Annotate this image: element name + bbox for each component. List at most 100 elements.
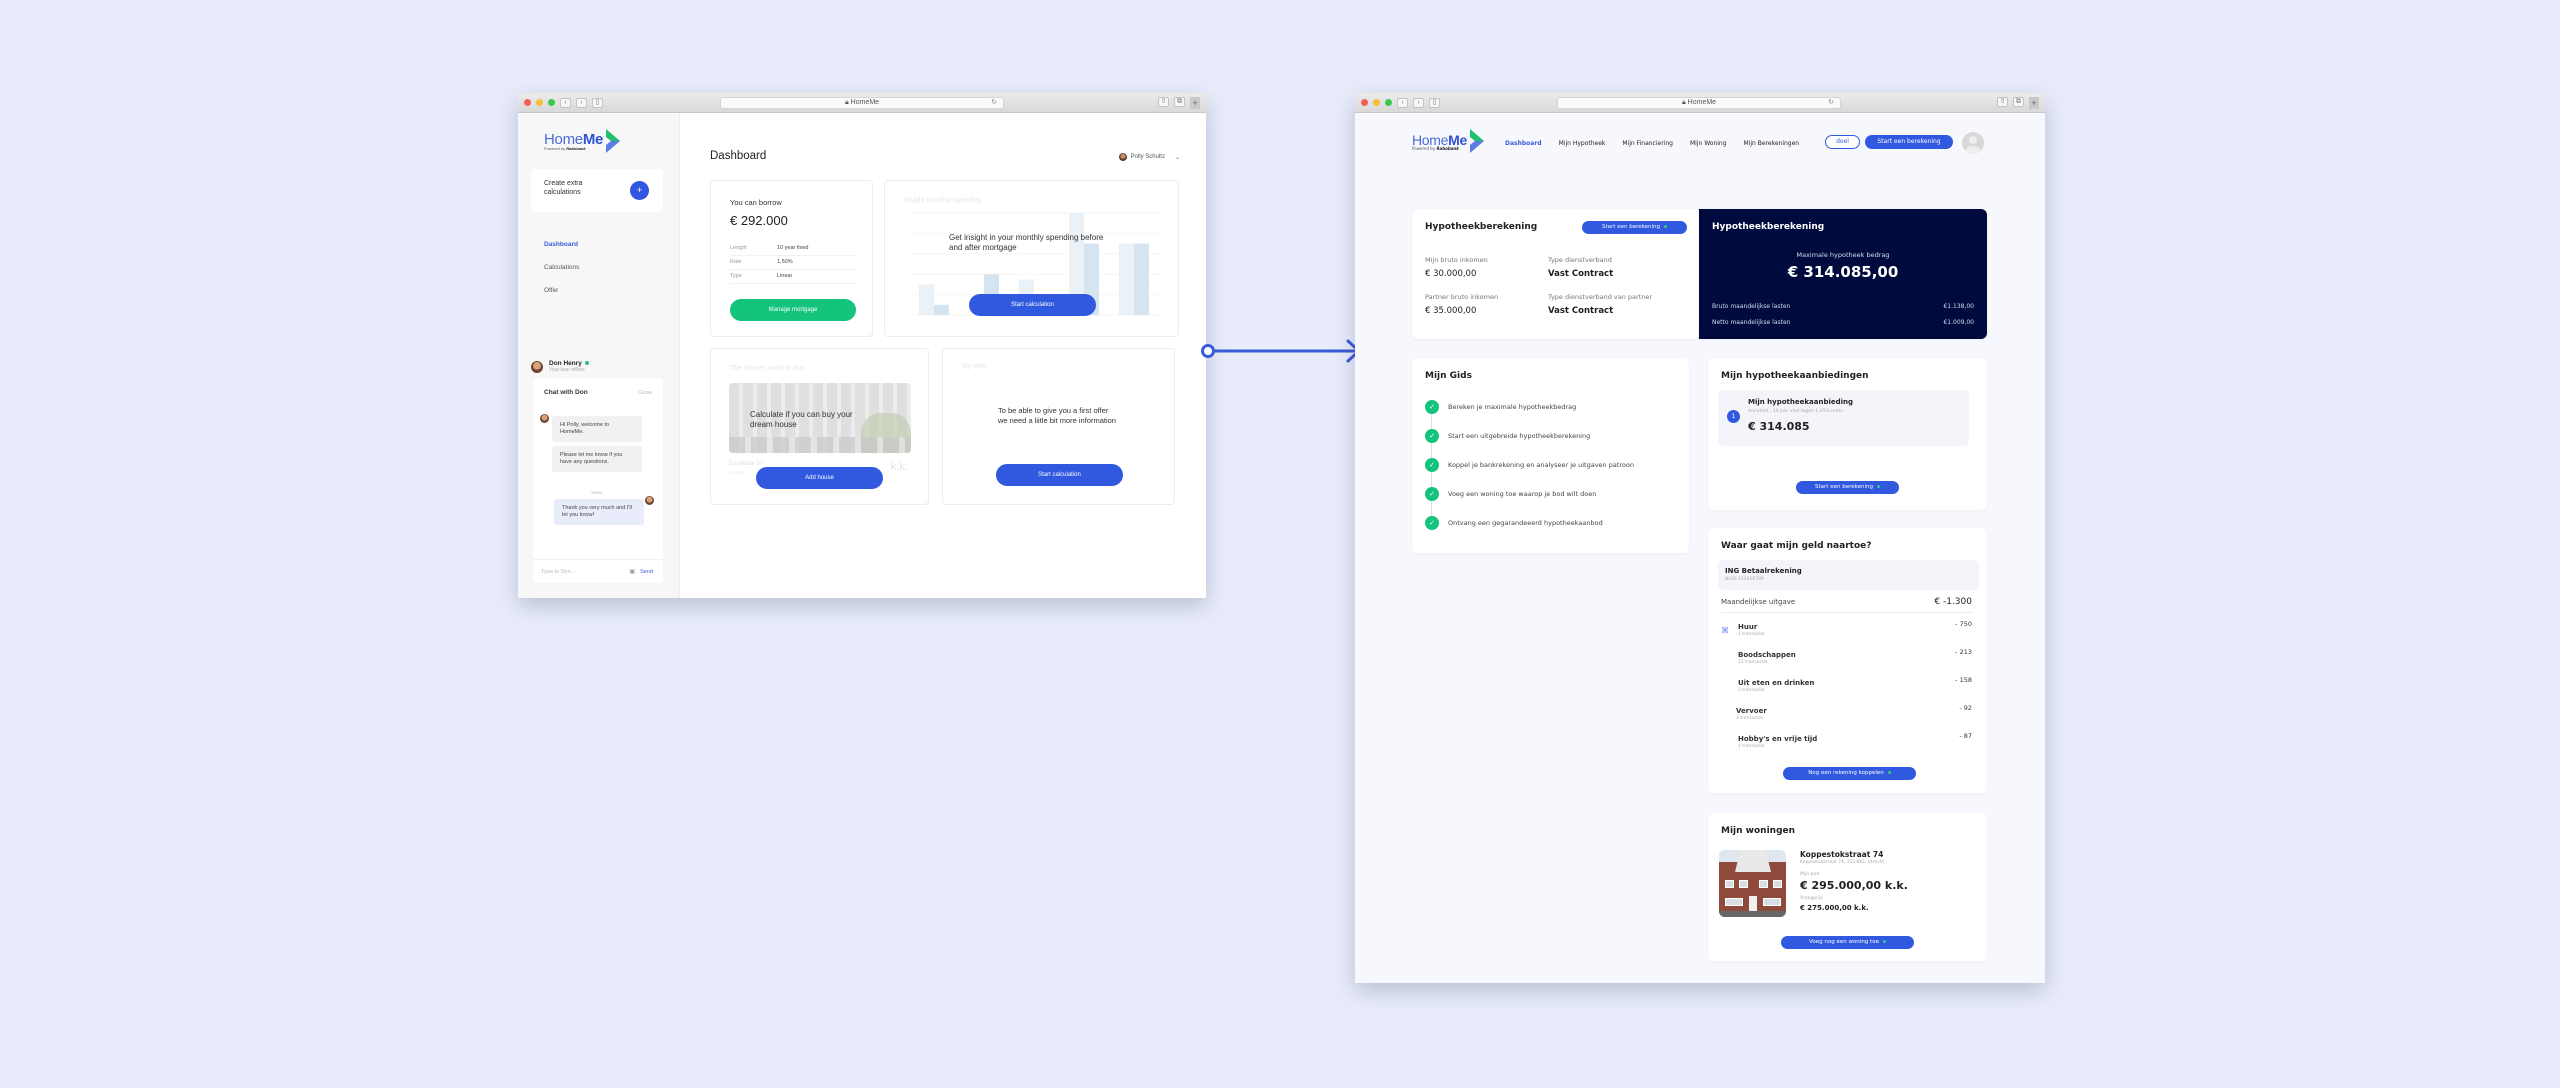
category-amount: - 213 (1955, 648, 1972, 656)
guide-step[interactable]: ✓Bereken je maximale hypotheekbedrag (1425, 400, 1576, 414)
guide-step[interactable]: ✓Voeg een woning toe waarop je bod wilt … (1425, 487, 1596, 501)
back-icon[interactable]: ‹ (1397, 98, 1408, 108)
offer-amount: € 314.085 (1748, 420, 1810, 433)
check-icon: ✓ (1425, 400, 1439, 414)
browser-toolbar: ‹ › ▯ 🔒︎ HomeMe ↻ ⇧ ⧉ + (518, 93, 1206, 113)
start-berekening-button[interactable]: Start een berekening (1865, 135, 1953, 149)
chat-input-placeholder[interactable]: Type to Don... (541, 569, 575, 575)
reload-icon[interactable]: ↻ (991, 98, 997, 108)
add-woning-button[interactable]: Voeg nog een woning toe (1781, 936, 1914, 949)
add-house-button[interactable]: Add house (756, 467, 883, 489)
new-tab-icon[interactable]: + (2029, 97, 2039, 109)
tabs-icon[interactable]: ⧉ (2013, 97, 2024, 107)
divider (1721, 612, 1972, 613)
chat-input[interactable]: Type to Don... ▣ Send (533, 559, 663, 583)
forward-icon[interactable]: › (1413, 98, 1424, 108)
nav-item-mijn-hypotheek[interactable]: Mijn Hypotheek (1559, 140, 1606, 147)
asking-price-label: Vraagprijs (1800, 896, 1823, 901)
mijn-woningen-card: Mijn woningen Koppestokstraat 74 Koppest… (1708, 813, 1987, 961)
minimize-window-icon[interactable] (536, 99, 543, 106)
profile-avatar[interactable] (1962, 132, 1984, 154)
lasten-row: Bruto maandelijkse lasten€1.138,00 (1712, 303, 1974, 310)
forward-icon[interactable]: › (576, 98, 587, 108)
start-berekening-button[interactable]: Start een berekening (1796, 481, 1899, 494)
start-calculation-button[interactable]: Start calculation (969, 294, 1096, 316)
attachment-icon[interactable]: ▣ (629, 568, 635, 575)
nav-item-mijn-berekeningen[interactable]: Mijn Berekeningen (1744, 140, 1800, 147)
tabs-icon[interactable]: ⧉ (1174, 97, 1185, 107)
close-window-icon[interactable] (524, 99, 531, 106)
guide-step[interactable]: ✓Koppel je bankrekening en analyseer je … (1425, 458, 1634, 472)
page-title: Dashboard (710, 150, 766, 162)
logo-brand: Rabobank (566, 146, 585, 151)
maximize-window-icon[interactable] (1385, 99, 1392, 106)
card-title: Mijn woningen (1721, 826, 1795, 836)
sidebar-toggle-icon[interactable]: ▯ (592, 98, 603, 108)
house-card: The house I want to buy Calculate if you… (710, 348, 929, 505)
window-shape (1773, 880, 1782, 888)
green-dot-icon (1883, 940, 1886, 943)
bank-account[interactable]: ING Betaalrekening NL90 123456789 (1718, 560, 1979, 590)
spending-category[interactable]: Vervoer3 transactie- 92 (1736, 707, 1972, 721)
logo-brand: Rabobank (1436, 146, 1458, 151)
button-label: Nog een rekening koppelen (1808, 770, 1883, 776)
spending-category[interactable]: Uit eten en drinken5 transactie- 158 (1738, 679, 1972, 693)
minimize-window-icon[interactable] (1373, 99, 1380, 106)
top-navigation: HomeMe Powered by Rabobank Dashboard Mij… (1355, 113, 2045, 171)
card-title: Hypotheekberekening (1712, 222, 1824, 232)
create-calculations-card[interactable]: Create extra calculations + (531, 169, 663, 212)
house-photo[interactable] (1719, 850, 1786, 917)
house-ghost-title: The house I want to buy (730, 365, 805, 372)
close-window-icon[interactable] (1361, 99, 1368, 106)
account-iban: NL90 123456789 (1725, 577, 1764, 582)
sidebar-toggle-icon[interactable]: ▯ (1429, 98, 1440, 108)
user-menu[interactable]: Polly Schultz ⌄ (1119, 153, 1180, 161)
spending-category[interactable]: Boodschappen11 transactie- 213 (1738, 651, 1972, 665)
house-address[interactable]: Koppestokstraat 74 (1800, 850, 1883, 859)
table-row: TypeLinear (730, 269, 856, 283)
house-full-address: Koppestokstraat 74, 3554BG, Utrecht (1800, 860, 1884, 865)
presentation-canvas: ‹ › ▯ 🔒︎ HomeMe ↻ ⇧ ⧉ + HomeMe Powered b… (0, 0, 2560, 1088)
url-text: HomeMe (1688, 99, 1716, 106)
category-count: 4 transactie (1738, 744, 1972, 749)
new-tab-icon[interactable]: + (1190, 97, 1200, 109)
monthly-expense-label: Maandelijkse uitgave (1721, 598, 1795, 606)
manage-mortgage-button[interactable]: Manage mortgage (730, 299, 856, 321)
start-calculation-button[interactable]: Start calculation (996, 464, 1123, 486)
koppel-rekening-button[interactable]: Nog een rekening koppelen (1783, 767, 1916, 780)
spending-card: Waar gaat mijn geld naartoe? ING Betaalr… (1708, 528, 1987, 793)
lasten-label: Bruto maandelijkse lasten (1712, 303, 1790, 310)
spending-category[interactable]: Hobby's en vrije tijd4 transactie- 87 (1738, 735, 1972, 749)
guide-step[interactable]: ✓Start een uitgebreide hypotheekberekeni… (1425, 429, 1590, 443)
reload-icon[interactable]: ↻ (1828, 98, 1834, 108)
address-bar[interactable]: 🔒︎ HomeMe ↻ (1557, 97, 1841, 109)
share-icon[interactable]: ⇧ (1997, 97, 2008, 107)
share-icon[interactable]: ⇧ (1158, 97, 1169, 107)
bid-label: Mijn bod (1800, 872, 1819, 877)
homeme-logo[interactable]: HomeMe Powered by Rabobank (1412, 129, 1484, 153)
offer-item[interactable]: 1 Mijn hypotheekaanbieding Annuïteit , 1… (1718, 390, 1969, 446)
address-bar[interactable]: 🔒︎ HomeMe ↻ (720, 97, 1004, 109)
chevron-down-icon[interactable]: ⌄ (1175, 154, 1180, 161)
nav-item-mijn-financiering[interactable]: Mijn Financiering (1622, 140, 1673, 147)
chat-close-button[interactable]: Close (638, 390, 652, 396)
base-shape (1719, 911, 1786, 917)
guide-step[interactable]: ✓Ontvang een gegarandeeerd hypotheekaanb… (1425, 516, 1603, 530)
homeme-logo[interactable]: HomeMe Powered by Rabobank (544, 129, 620, 153)
doel-button[interactable]: doel (1825, 135, 1860, 149)
spending-category[interactable]: Huur1 transactie- 750 (1738, 623, 1972, 637)
send-button[interactable]: Send (640, 569, 653, 575)
add-calculation-button[interactable]: + (630, 181, 649, 200)
loan-officer[interactable]: Don Henry Your loan officer (531, 360, 589, 373)
house-ghost-zip: 1000 BZ (729, 470, 744, 475)
sidebar-item-offer[interactable]: Offer (544, 287, 579, 310)
nav-item-mijn-woning[interactable]: Mijn Woning (1690, 140, 1727, 147)
start-berekening-button[interactable]: Start een berekening (1582, 221, 1687, 234)
hypotheekaanbiedingen-card: Mijn hypotheekaanbiedingen 1 Mijn hypoth… (1708, 358, 1987, 510)
back-icon[interactable]: ‹ (560, 98, 571, 108)
detail-key: Length (730, 241, 777, 255)
sidebar-item-dashboard[interactable]: Dashboard (544, 241, 579, 264)
nav-item-dashboard[interactable]: Dashboard (1505, 140, 1542, 147)
maximize-window-icon[interactable] (548, 99, 555, 106)
sidebar-item-calculations[interactable]: Calculations (544, 264, 579, 287)
